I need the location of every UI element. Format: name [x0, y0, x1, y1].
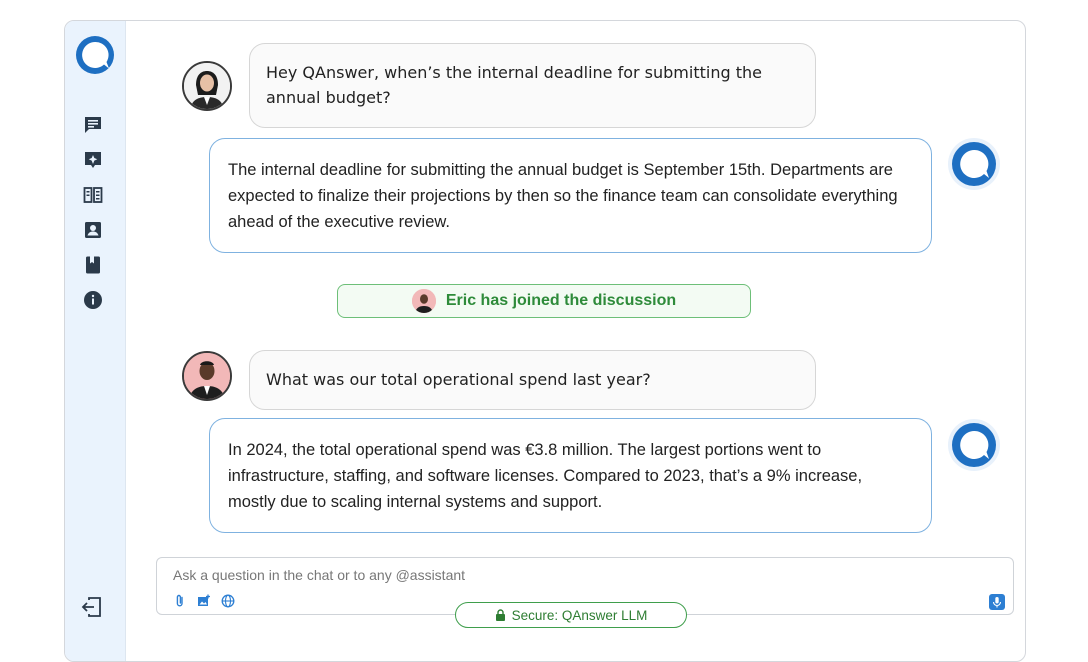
- join-notice-text: Eric has joined the discussion: [445, 292, 677, 309]
- user-message: Hey QAnswer, when’s the internal deadlin…: [249, 43, 816, 128]
- qanswer-assistant-icon: [948, 419, 1000, 471]
- secure-llm-label: Secure: QAnswer LLM: [511, 607, 648, 623]
- documents-icon[interactable]: [82, 184, 104, 206]
- contacts-icon[interactable]: [82, 219, 104, 241]
- globe-icon[interactable]: [221, 594, 235, 608]
- user-avatar: [182, 61, 232, 111]
- chat-icon[interactable]: [82, 114, 104, 136]
- lock-icon: [495, 609, 505, 621]
- app-window: Hey QAnswer, when’s the internal deadlin…: [64, 20, 1026, 662]
- logout-icon[interactable]: [80, 595, 104, 619]
- info-icon[interactable]: [82, 289, 104, 311]
- user-message: What was our total operational spend las…: [249, 350, 816, 410]
- image-icon[interactable]: [197, 594, 211, 608]
- eric-avatar: [411, 289, 436, 313]
- microphone-icon[interactable]: [989, 594, 1005, 610]
- join-notice: Eric has joined the discussion: [337, 284, 751, 318]
- sidebar: [65, 21, 126, 661]
- assistant-message: In 2024, the total operational spend was…: [209, 418, 932, 533]
- secure-llm-badge[interactable]: Secure: QAnswer LLM: [455, 602, 687, 628]
- library-icon[interactable]: [82, 254, 104, 276]
- eric-user-avatar: [182, 351, 232, 401]
- attach-icon[interactable]: [173, 594, 187, 608]
- qanswer-assistant-icon: [948, 138, 1000, 190]
- assistant-icon[interactable]: [82, 149, 104, 171]
- chat-input[interactable]: [171, 564, 875, 586]
- qanswer-logo-icon[interactable]: [75, 35, 115, 75]
- assistant-message: The internal deadline for submitting the…: [209, 138, 932, 253]
